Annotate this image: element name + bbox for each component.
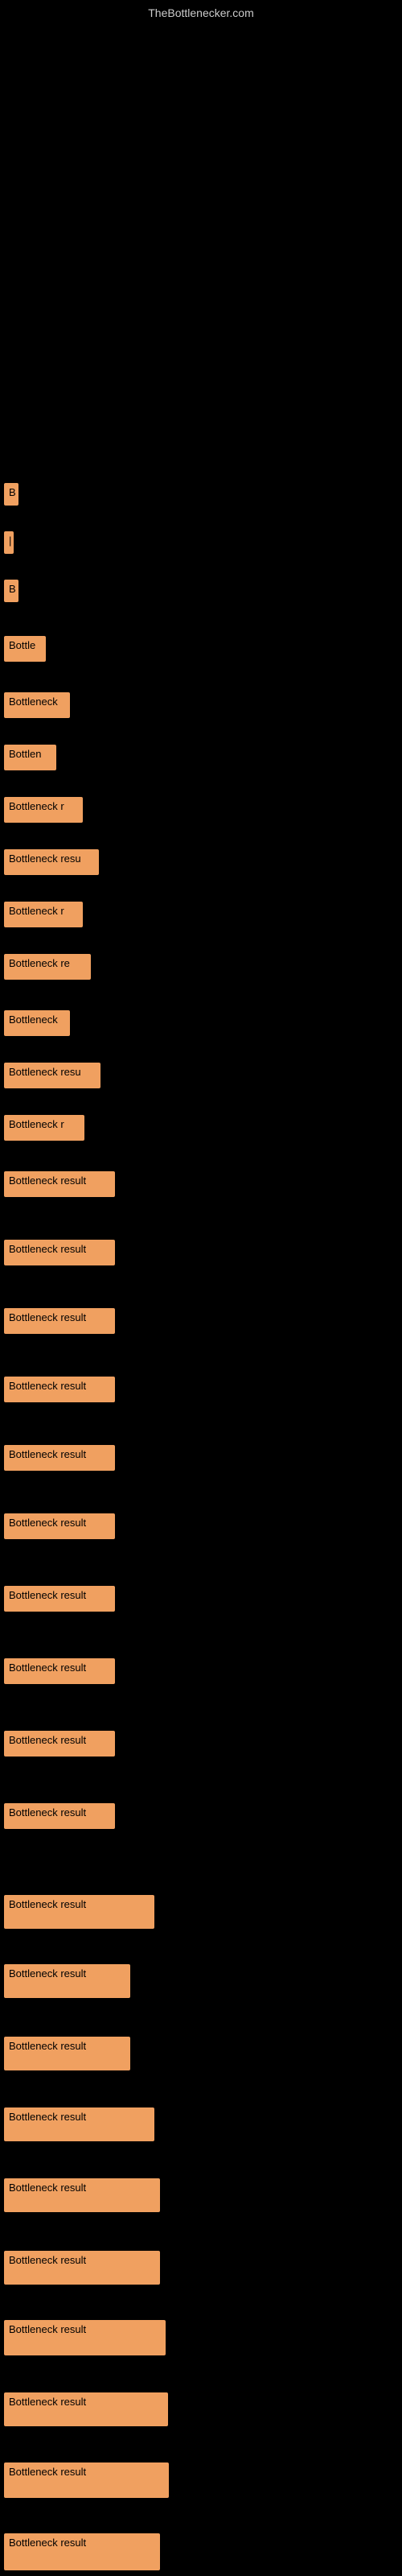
bottleneck-result-item: Bottleneck result xyxy=(4,2251,160,2285)
bottleneck-result-item: Bottleneck result xyxy=(4,1803,115,1829)
bottleneck-result-item: Bottleneck xyxy=(4,692,70,718)
bottleneck-result-item: Bottleneck result xyxy=(4,1964,130,1998)
bottleneck-result-item: Bottle xyxy=(4,636,46,662)
bottleneck-result-item: Bottleneck resu xyxy=(4,849,99,875)
bottleneck-result-item: Bottleneck result xyxy=(4,2178,160,2212)
bottleneck-result-item: Bottleneck result xyxy=(4,1445,115,1471)
bottleneck-result-item: Bottleneck result xyxy=(4,2462,169,2498)
bottleneck-result-item: Bottleneck result xyxy=(4,1171,115,1197)
bottleneck-result-item: Bottlen xyxy=(4,745,56,770)
bottleneck-result-item: | xyxy=(4,531,14,554)
bottleneck-result-item: Bottleneck xyxy=(4,1010,70,1036)
bottleneck-result-item: Bottleneck result xyxy=(4,2533,160,2570)
bottleneck-result-item: Bottleneck result xyxy=(4,1377,115,1402)
bottleneck-result-item: Bottleneck result xyxy=(4,1240,115,1265)
bottleneck-result-item: Bottleneck result xyxy=(4,2037,130,2070)
bottleneck-result-item: Bottleneck r xyxy=(4,1115,84,1141)
bottleneck-result-item: Bottleneck r xyxy=(4,902,83,927)
bottleneck-result-item: Bottleneck result xyxy=(4,1308,115,1334)
bottleneck-result-item: Bottleneck result xyxy=(4,1731,115,1757)
bottleneck-result-item: Bottleneck result xyxy=(4,1586,115,1612)
bottleneck-result-item: Bottleneck result xyxy=(4,1658,115,1684)
bottleneck-result-item: Bottleneck re xyxy=(4,954,91,980)
bottleneck-result-item: Bottleneck r xyxy=(4,797,83,823)
bottleneck-result-item: Bottleneck result xyxy=(4,1513,115,1539)
bottleneck-result-item: Bottleneck resu xyxy=(4,1063,100,1088)
bottleneck-result-item: Bottleneck result xyxy=(4,1895,154,1929)
bottleneck-result-item: Bottleneck result xyxy=(4,2320,166,2355)
bottleneck-result-item: Bottleneck result xyxy=(4,2392,168,2426)
bottleneck-result-item: B xyxy=(4,483,18,506)
bottleneck-result-item: Bottleneck result xyxy=(4,2107,154,2141)
site-title: TheBottlenecker.com xyxy=(148,6,254,19)
bottleneck-result-item: B xyxy=(4,580,18,602)
